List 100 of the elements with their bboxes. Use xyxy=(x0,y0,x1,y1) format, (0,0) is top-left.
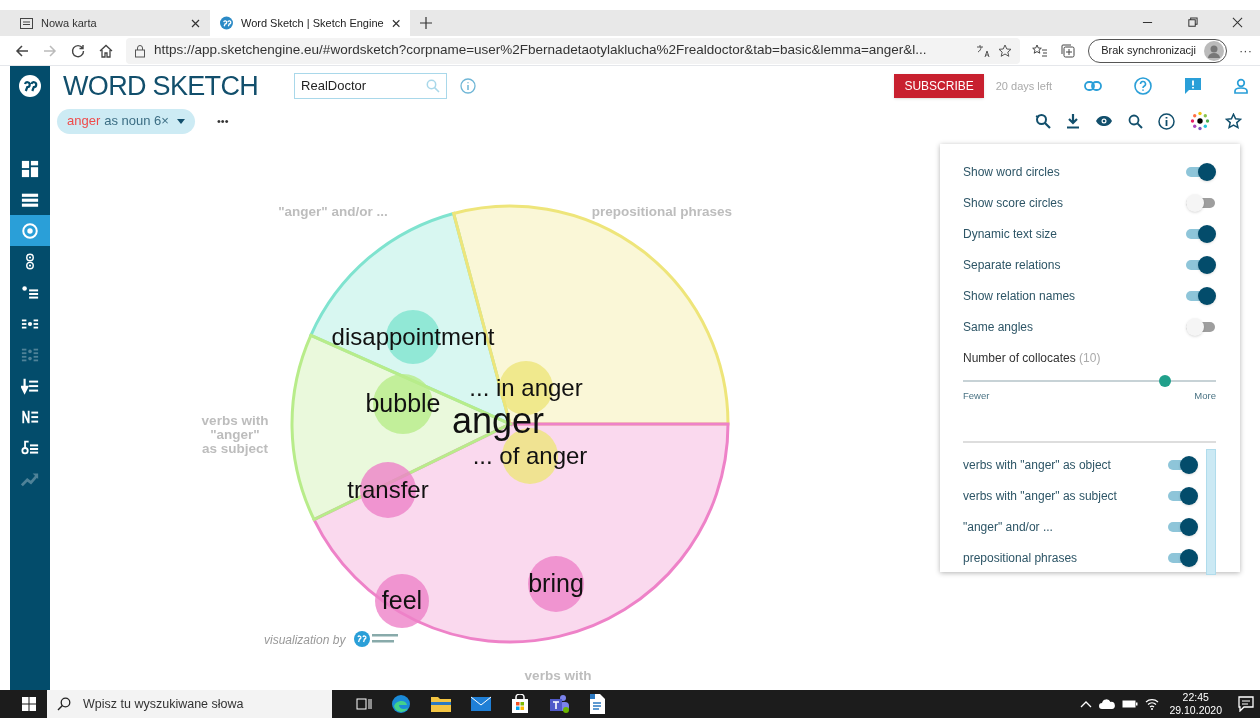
store-icon[interactable] xyxy=(510,694,530,714)
toggle-switch[interactable] xyxy=(1168,454,1198,475)
toggle-switch[interactable] xyxy=(1168,485,1198,506)
collocates-slider[interactable] xyxy=(963,375,1216,387)
toggle-switch[interactable] xyxy=(1186,285,1216,306)
info-icon[interactable] xyxy=(1158,112,1175,130)
setting-label: Show word circles xyxy=(963,163,1060,181)
task-view-icon[interactable] xyxy=(356,697,372,711)
toggle-switch[interactable] xyxy=(1186,254,1216,275)
trial-text: 20 days left xyxy=(995,78,1052,94)
toggle-switch[interactable] xyxy=(1186,316,1216,337)
url-text: https://app.sketchengine.eu/#wordsketch?corpname=user%2Fbernadetaotylaklucha%2Frealdoctor&tab=basic&lemma=anger&l... xyxy=(154,41,927,60)
word-circle xyxy=(528,556,584,612)
collocate-word: bring xyxy=(528,569,584,597)
back-icon[interactable] xyxy=(14,42,30,59)
relation-label: "anger" and/or ... xyxy=(278,204,388,219)
toggle-switch[interactable] xyxy=(1186,161,1216,182)
chevron-up-icon[interactable] xyxy=(1080,700,1093,708)
star-icon[interactable] xyxy=(998,43,1013,58)
relation-toggle-label: verbs with "anger" as object xyxy=(963,456,1111,474)
page-title: WORD SKETCH xyxy=(63,69,259,103)
mail-icon[interactable] xyxy=(470,696,492,712)
collocate-word: disappointment xyxy=(331,323,495,350)
user-icon[interactable] xyxy=(1234,78,1248,94)
search-icon[interactable] xyxy=(1128,113,1143,129)
feedback-icon[interactable] xyxy=(1184,77,1202,95)
teams-icon[interactable] xyxy=(548,694,570,714)
collocate-word: ... of anger xyxy=(472,442,588,469)
more-button[interactable]: ••• xyxy=(216,112,229,130)
close-icon[interactable] xyxy=(191,18,200,28)
setting-label: Separate relations xyxy=(963,256,1061,274)
credit-text: visualization by xyxy=(264,633,346,647)
zoom-reset-icon[interactable] xyxy=(1035,113,1051,129)
address-bar[interactable]: https://app.sketchengine.eu/#wordsketch?corpname=user%2Fbernadetaotylaklucha%2Frealdoctor&tab=basic&lemma=anger&l... xyxy=(126,37,1021,64)
target-icon xyxy=(21,221,39,240)
toggle-switch[interactable] xyxy=(1168,516,1198,537)
relation-label: verbs with "anger" as subject xyxy=(201,413,269,456)
window-icon xyxy=(20,17,33,29)
subscribe-button[interactable]: SUBSCRIBE xyxy=(894,74,984,98)
logo-icon xyxy=(220,16,233,30)
folder-icon[interactable] xyxy=(430,695,452,713)
restore-icon[interactable] xyxy=(1187,17,1198,28)
relation-toggle-label: prepositional phrases xyxy=(963,549,1078,567)
toggle-switch[interactable] xyxy=(1168,547,1198,568)
toggle-switch[interactable] xyxy=(1186,223,1216,244)
collocate-word: ... in anger xyxy=(469,374,583,401)
edge-icon[interactable] xyxy=(390,693,412,715)
windows-icon[interactable] xyxy=(22,697,36,711)
notifications-icon[interactable] xyxy=(1238,696,1254,712)
clock-time[interactable]: 22:45 xyxy=(1182,691,1209,704)
slider-label: Number of collocates (10) xyxy=(963,349,1101,367)
sketch-engine-logo xyxy=(354,631,398,647)
collections-icon[interactable] xyxy=(1060,42,1077,59)
translate-icon[interactable] xyxy=(976,43,991,58)
search-icon xyxy=(57,697,71,711)
scrollbar[interactable] xyxy=(1206,449,1216,576)
document-icon[interactable] xyxy=(588,693,606,715)
bullet-list-icon xyxy=(21,283,39,302)
wifi-icon[interactable] xyxy=(1145,698,1160,710)
dashboard-icon xyxy=(21,159,39,178)
collocate-word: bubble xyxy=(365,389,441,417)
slider-thumb[interactable] xyxy=(1159,375,1172,387)
collocate-word: feel xyxy=(381,586,423,614)
color-dots-icon[interactable] xyxy=(1190,111,1210,131)
corpus-field[interactable]: RealDoctor xyxy=(294,73,448,99)
close-icon[interactable] xyxy=(1232,17,1243,28)
word-circle xyxy=(375,574,429,628)
relation-label: verbs with xyxy=(524,668,592,683)
link-icon[interactable] xyxy=(1084,80,1102,92)
refresh-icon[interactable] xyxy=(70,42,86,59)
browser-tab[interactable]: Word Sketch | Sketch Engine xyxy=(210,10,410,36)
toggle-switch[interactable] xyxy=(1186,192,1216,213)
relation-toggle-label: verbs with "anger" as subject xyxy=(963,487,1117,505)
favorites-icon[interactable] xyxy=(1032,43,1049,58)
avatar-icon xyxy=(1204,40,1224,61)
clock-date[interactable]: 29.10.2020 xyxy=(1169,704,1222,717)
star-icon[interactable] xyxy=(1225,112,1242,130)
max-label: More xyxy=(1194,389,1216,403)
download-icon[interactable] xyxy=(1066,113,1080,129)
key-list-icon xyxy=(21,438,39,457)
cloud-icon[interactable] xyxy=(1099,699,1116,709)
headword: anger xyxy=(451,400,545,441)
eye-icon[interactable] xyxy=(1095,115,1113,127)
lock-icon xyxy=(134,43,146,58)
relation-toggle-label: "anger" and/or ... xyxy=(963,518,1053,536)
help-icon[interactable] xyxy=(1134,77,1152,95)
close-icon[interactable] xyxy=(391,18,400,28)
home-icon[interactable] xyxy=(98,42,114,59)
setting-label: Same angles xyxy=(963,318,1034,336)
new-tab-icon[interactable] xyxy=(420,17,432,29)
browser-tab[interactable]: Nowa karta xyxy=(10,10,210,36)
caret-icon xyxy=(176,118,185,124)
lemma-chip[interactable]: anger as noun 6× xyxy=(57,108,195,134)
arrow-list-icon xyxy=(21,376,39,395)
min-label: Fewer xyxy=(963,389,990,403)
setting-label: Show score circles xyxy=(963,194,1064,212)
more-button[interactable]: ··· xyxy=(1239,40,1252,61)
battery-icon[interactable] xyxy=(1122,699,1139,709)
taskbar-search[interactable]: Wpisz tu wyszukiwane słowa xyxy=(47,690,332,718)
relation-label: prepositional phrases xyxy=(591,204,733,219)
